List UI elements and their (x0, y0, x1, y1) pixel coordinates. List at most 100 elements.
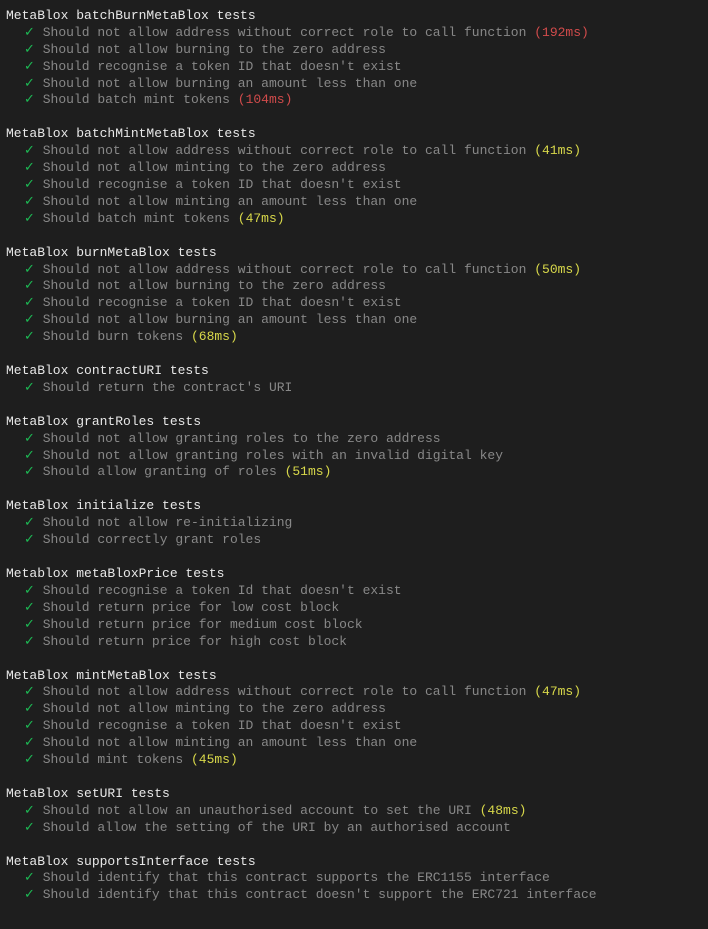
test-description: Should not allow burning an amount less … (43, 312, 417, 327)
checkmark-icon: ✓ (24, 329, 35, 344)
test-suite: MetaBlox batchMintMetaBlox tests ✓ Should… (6, 126, 702, 227)
test-timing: (47ms) (238, 211, 285, 226)
test-result: ✓ Should not allow burning to the zero a… (6, 278, 702, 295)
test-result: ✓ Should not allow burning an amount les… (6, 312, 702, 329)
test-result: ✓ Should allow the setting of the URI by… (6, 820, 702, 837)
test-description: Should mint tokens (43, 752, 183, 767)
test-output: MetaBlox batchBurnMetaBlox tests✓ Should… (6, 8, 702, 904)
test-suite: MetaBlox contractURI tests✓ Should retur… (6, 363, 702, 397)
checkmark-icon: ✓ (24, 262, 35, 277)
test-result: ✓ Should mint tokens (45ms) (6, 752, 702, 769)
test-description: Should allow the setting of the URI by a… (43, 820, 511, 835)
test-result: ✓ Should not allow re-initializing (6, 515, 702, 532)
test-description: Should not allow address without correct… (43, 262, 527, 277)
test-suite: MetaBlox setURI tests✓ Should not allow … (6, 786, 702, 837)
checkmark-icon: ✓ (24, 380, 35, 395)
test-description: Should identify that this contract doesn… (43, 887, 597, 902)
checkmark-icon: ✓ (24, 464, 35, 479)
test-result: ✓ Should batch mint tokens (104ms) (6, 92, 702, 109)
test-result: ✓ Should not allow minting to the zero a… (6, 160, 702, 177)
test-result: ✓ Should not allow burning to the zero a… (6, 42, 702, 59)
test-description: Should not allow an unauthorised account… (43, 803, 472, 818)
test-description: Should recognise a token ID that doesn't… (43, 295, 402, 310)
test-timing: (50ms) (534, 262, 581, 277)
test-result: ✓ Should recognise a token ID that doesn… (6, 718, 702, 735)
checkmark-icon: ✓ (24, 887, 35, 902)
test-result: ✓ Should identify that this contract doe… (6, 887, 702, 904)
checkmark-icon: ✓ (24, 278, 35, 293)
test-timing: (48ms) (480, 803, 527, 818)
checkmark-icon: ✓ (24, 617, 35, 632)
test-suite: MetaBlox grantRoles tests ✓ Should not al… (6, 414, 702, 482)
test-suite: MetaBlox supportsInterface tests✓ Should… (6, 854, 702, 905)
test-description: Should not allow burning to the zero add… (43, 42, 386, 57)
suite-title: MetaBlox batchMintMetaBlox tests (6, 126, 702, 143)
test-result: ✓ Should burn tokens (68ms) (6, 329, 702, 346)
test-description: Should recognise a token ID that doesn't… (43, 59, 402, 74)
test-result: ✓ Should return the contract's URI (6, 380, 702, 397)
suite-title: MetaBlox mintMetaBlox tests (6, 668, 702, 685)
test-result: ✓ Should not allow minting an amount les… (6, 194, 702, 211)
test-result: ✓ Should not allow an unauthorised accou… (6, 803, 702, 820)
checkmark-icon: ✓ (24, 177, 35, 192)
test-result: ✓ Should identify that this contract sup… (6, 870, 702, 887)
test-description: Should recognise a token Id that doesn't… (43, 583, 402, 598)
checkmark-icon: ✓ (24, 25, 35, 40)
test-description: Should correctly grant roles (43, 532, 261, 547)
test-result: ✓ Should not allow address without corre… (6, 262, 702, 279)
test-timing: (47ms) (534, 684, 581, 699)
test-description: Should return price for high cost block (43, 634, 347, 649)
checkmark-icon: ✓ (24, 735, 35, 750)
checkmark-icon: ✓ (24, 820, 35, 835)
checkmark-icon: ✓ (24, 701, 35, 716)
checkmark-icon: ✓ (24, 803, 35, 818)
test-result: ✓ Should return price for low cost block (6, 600, 702, 617)
test-description: Should recognise a token ID that doesn't… (43, 177, 402, 192)
checkmark-icon: ✓ (24, 600, 35, 615)
checkmark-icon: ✓ (24, 76, 35, 91)
checkmark-icon: ✓ (24, 583, 35, 598)
test-description: Should not allow burning to the zero add… (43, 278, 386, 293)
test-result: ✓ Should not allow address without corre… (6, 684, 702, 701)
suite-title: MetaBlox grantRoles tests (6, 414, 702, 431)
test-description: Should not allow re-initializing (43, 515, 293, 530)
test-result: ✓ Should allow granting of roles (51ms) (6, 464, 702, 481)
checkmark-icon: ✓ (24, 42, 35, 57)
test-result: ✓ Should not allow burning an amount les… (6, 76, 702, 93)
test-description: Should not allow granting roles to the z… (43, 431, 441, 446)
test-description: Should batch mint tokens (43, 92, 230, 107)
test-description: Should batch mint tokens (43, 211, 230, 226)
test-timing: (68ms) (191, 329, 238, 344)
checkmark-icon: ✓ (24, 312, 35, 327)
test-description: Should recognise a token ID that doesn't… (43, 718, 402, 733)
test-description: Should not allow minting to the zero add… (43, 701, 386, 716)
test-suite: MetaBlox burnMetaBlox tests✓ Should not … (6, 245, 702, 346)
test-description: Should not allow burning an amount less … (43, 76, 417, 91)
suite-title: MetaBlox setURI tests (6, 786, 702, 803)
test-description: Should not allow minting an amount less … (43, 194, 417, 209)
suite-title: MetaBlox initialize tests (6, 498, 702, 515)
test-result: ✓ Should recognise a token ID that doesn… (6, 295, 702, 312)
checkmark-icon: ✓ (24, 718, 35, 733)
test-result: ✓ Should recognise a token Id that doesn… (6, 583, 702, 600)
test-result: ✓ Should recognise a token ID that doesn… (6, 59, 702, 76)
test-description: Should identify that this contract suppo… (43, 870, 550, 885)
checkmark-icon: ✓ (24, 752, 35, 767)
test-timing: (41ms) (534, 143, 581, 158)
test-suite: MetaBlox batchBurnMetaBlox tests✓ Should… (6, 8, 702, 109)
test-result: ✓ Should not allow minting to the zero a… (6, 701, 702, 718)
checkmark-icon: ✓ (24, 634, 35, 649)
checkmark-icon: ✓ (24, 59, 35, 74)
test-description: Should not allow address without correct… (43, 143, 527, 158)
test-timing: (104ms) (238, 92, 293, 107)
suite-title: MetaBlox supportsInterface tests (6, 854, 702, 871)
test-description: Should not allow minting to the zero add… (43, 160, 386, 175)
test-timing: (192ms) (534, 25, 589, 40)
checkmark-icon: ✓ (24, 160, 35, 175)
checkmark-icon: ✓ (24, 92, 35, 107)
test-timing: (45ms) (191, 752, 238, 767)
checkmark-icon: ✓ (24, 295, 35, 310)
checkmark-icon: ✓ (24, 194, 35, 209)
checkmark-icon: ✓ (24, 448, 35, 463)
test-suite: Metablox metaBloxPrice tests✓ Should rec… (6, 566, 702, 650)
